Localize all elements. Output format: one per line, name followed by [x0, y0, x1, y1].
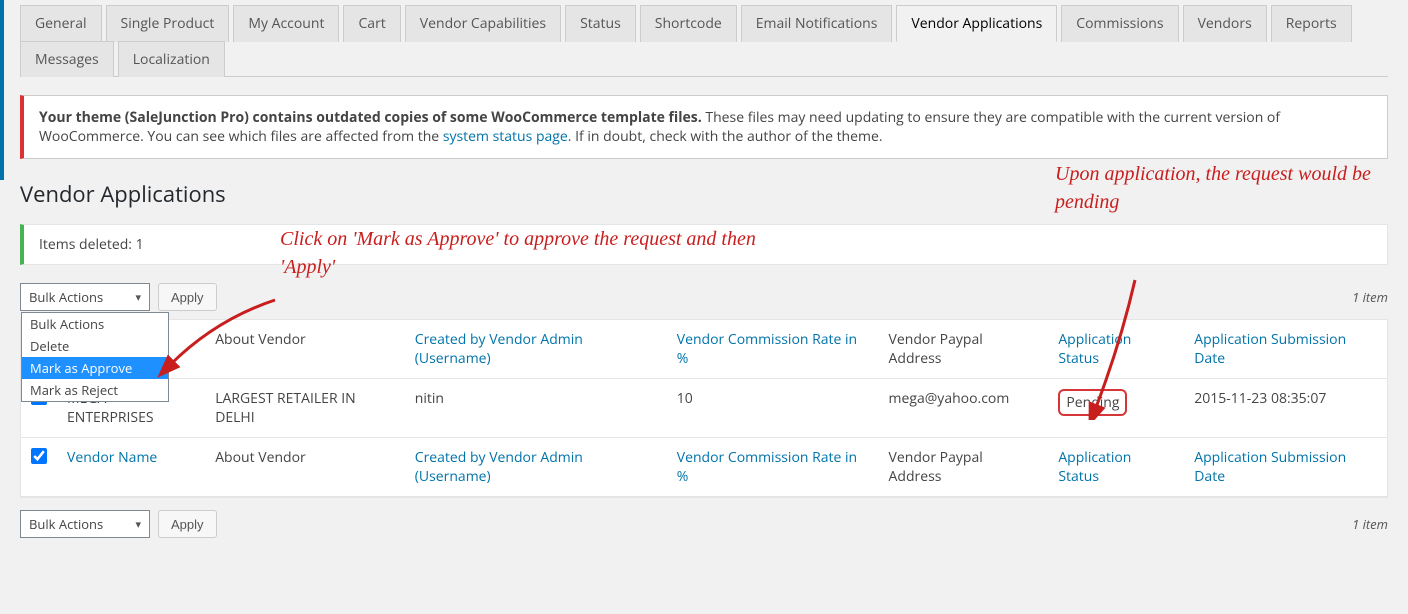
col-status[interactable]: Application Status	[1058, 330, 1131, 368]
cell-status: Pending	[1058, 389, 1127, 416]
item-count-bottom: 1 item	[1352, 515, 1388, 533]
bulk-actions-select-bottom[interactable]: Bulk Actions	[20, 510, 150, 538]
tab-localization[interactable]: Localization	[118, 41, 225, 77]
notice-text2: . If in doubt, check with the author of …	[568, 127, 883, 146]
tab-my-account[interactable]: My Account	[233, 5, 339, 42]
bulk-actions-dropdown: Bulk Actions Delete Mark as Approve Mark…	[21, 312, 169, 402]
apply-button-bottom[interactable]: Apply	[158, 510, 217, 538]
nav-tabs: General Single Product My Account Cart V…	[20, 0, 1388, 77]
tab-status[interactable]: Status	[565, 5, 636, 42]
system-status-link[interactable]: system status page	[443, 127, 568, 146]
items-deleted-notice: Items deleted: 1	[20, 224, 1388, 265]
col-commission-foot[interactable]: Vendor Commission Rate in %	[677, 448, 857, 486]
col-about-foot: About Vendor	[215, 448, 306, 467]
tab-vendor-capabilities[interactable]: Vendor Capabilities	[405, 5, 561, 42]
tab-messages[interactable]: Messages	[20, 41, 114, 77]
tab-cart[interactable]: Cart	[343, 5, 400, 42]
col-date[interactable]: Application Submission Date	[1194, 330, 1346, 368]
cell-created-by: nitin	[405, 379, 667, 438]
item-count-top: 1 item	[1352, 288, 1388, 306]
col-paypal: Vendor Paypal Address	[889, 330, 983, 368]
outdated-template-notice: Your theme (SaleJunction Pro) contains o…	[20, 95, 1388, 159]
cell-commission: 10	[667, 379, 879, 438]
tab-reports[interactable]: Reports	[1271, 5, 1352, 42]
col-commission[interactable]: Vendor Commission Rate in %	[677, 330, 857, 368]
bulk-actions-select[interactable]: Bulk Actions Bulk Actions Delete Mark as…	[20, 283, 150, 311]
notice-bold: Your theme (SaleJunction Pro) contains o…	[39, 108, 702, 127]
tab-vendor-applications[interactable]: Vendor Applications	[896, 5, 1057, 42]
bulk-option-mark-approve[interactable]: Mark as Approve	[22, 357, 168, 379]
cell-paypal: mega@yahoo.com	[879, 379, 1049, 438]
bulk-option-mark-reject[interactable]: Mark as Reject	[22, 379, 168, 401]
tab-general[interactable]: General	[20, 5, 102, 42]
applications-table: Vendor Name About Vendor Created by Vend…	[20, 319, 1388, 498]
bulk-selected-label: Bulk Actions	[29, 288, 103, 306]
col-date-foot[interactable]: Application Submission Date	[1194, 448, 1346, 486]
tab-email-notifications[interactable]: Email Notifications	[741, 5, 893, 42]
apply-button-top[interactable]: Apply	[158, 283, 217, 311]
col-status-foot[interactable]: Application Status	[1058, 448, 1131, 486]
page-title: Vendor Applications	[20, 179, 1388, 209]
col-created-by[interactable]: Created by Vendor Admin (Username)	[415, 330, 583, 368]
col-about: About Vendor	[215, 330, 306, 349]
cell-date: 2015-11-23 08:35:07	[1184, 379, 1387, 438]
col-created-by-foot[interactable]: Created by Vendor Admin (Username)	[415, 448, 583, 486]
cell-about: LARGEST RETAILER IN DELHI	[205, 379, 405, 438]
tab-shortcode[interactable]: Shortcode	[640, 5, 737, 42]
col-paypal-foot: Vendor Paypal Address	[889, 448, 983, 486]
select-all-checkbox-bottom[interactable]	[31, 448, 47, 464]
bulk-option-bulk-actions[interactable]: Bulk Actions	[22, 313, 168, 335]
bulk-option-delete[interactable]: Delete	[22, 335, 168, 357]
tab-commissions[interactable]: Commissions	[1061, 5, 1178, 42]
tab-vendors[interactable]: Vendors	[1183, 5, 1267, 42]
col-vendor-name-foot[interactable]: Vendor Name	[67, 448, 157, 467]
bulk-selected-label-bottom: Bulk Actions	[29, 515, 103, 533]
table-row: MEGA ENTERPRISES LARGEST RETAILER IN DEL…	[21, 379, 1387, 438]
tab-single-product[interactable]: Single Product	[106, 5, 230, 42]
